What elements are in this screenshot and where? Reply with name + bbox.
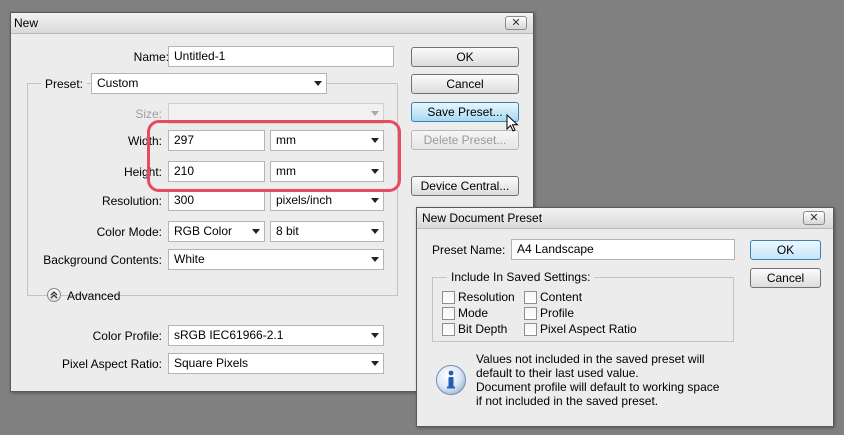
resolution-checkbox[interactable] — [442, 291, 455, 304]
include-settings-label: Include In Saved Settings: — [447, 270, 595, 284]
color-mode-select[interactable]: RGB Color — [168, 221, 265, 242]
ok-button[interactable]: OK — [411, 47, 519, 67]
preset-dialog-title: New Document Preset — [422, 211, 543, 225]
info-line-3: Document profile will default to working… — [476, 380, 720, 394]
chevron-down-icon — [371, 229, 379, 234]
mode-checkbox-label: Mode — [458, 306, 489, 320]
advanced-label: Advanced — [67, 289, 121, 303]
device-central-button[interactable]: Device Central... — [411, 176, 519, 196]
name-input[interactable]: Untitled-1 — [168, 46, 394, 67]
background-contents-label: Background Contents: — [43, 253, 162, 267]
preset-name-label: Preset Name: — [432, 243, 506, 257]
pixel-aspect-ratio-label: Pixel Aspect Ratio: — [61, 357, 162, 371]
background-contents-select[interactable]: White — [168, 249, 384, 270]
preset-dialog-titlebar[interactable]: New Document Preset ✕ — [417, 208, 833, 229]
preset-dialog-close-button[interactable]: ✕ — [803, 211, 825, 225]
pixel-aspect-ratio-checkbox[interactable] — [524, 323, 537, 336]
chevron-down-icon — [314, 81, 322, 86]
bit-depth-select[interactable]: 8 bit — [270, 221, 384, 242]
advanced-toggle-button[interactable] — [47, 288, 61, 302]
color-mode-label: Color Mode: — [96, 225, 162, 239]
bit-depth-value: 8 bit — [276, 224, 299, 238]
pixel-aspect-ratio-checkbox-label: Pixel Aspect Ratio — [540, 322, 637, 336]
content-checkbox[interactable] — [524, 291, 537, 304]
content-checkbox-label: Content — [540, 290, 583, 304]
pixel-aspect-ratio-select[interactable]: Square Pixels — [168, 353, 384, 374]
name-label: Name: — [133, 50, 169, 64]
info-message: Values not included in the saved preset … — [476, 352, 719, 408]
resolution-unit-select[interactable]: pixels/inch — [270, 190, 384, 211]
preset-value: Custom — [97, 76, 139, 90]
chevron-down-icon — [371, 257, 379, 262]
new-dialog-close-button[interactable]: ✕ — [505, 16, 527, 30]
resolution-label: Resolution: — [101, 194, 162, 208]
preset-ok-button[interactable]: OK — [750, 240, 821, 260]
bit-depth-checkbox[interactable] — [442, 323, 455, 336]
background-contents-value: White — [174, 252, 205, 266]
cancel-button[interactable]: Cancel — [411, 74, 519, 94]
info-line-4: if not included in the saved preset. — [476, 394, 659, 408]
mode-checkbox[interactable] — [442, 307, 455, 320]
info-line-2: default to their last used value. — [476, 366, 639, 380]
profile-checkbox-label: Profile — [540, 306, 575, 320]
mouse-cursor-icon — [506, 114, 519, 132]
size-label: Size: — [135, 107, 162, 121]
preset-select[interactable]: Custom — [91, 73, 327, 94]
new-document-preset-dialog: New Document Preset ✕ Preset Name: A4 La… — [416, 207, 834, 427]
resolution-input[interactable]: 300 — [168, 190, 265, 211]
save-preset-button[interactable]: Save Preset... — [411, 102, 519, 122]
info-icon — [436, 365, 466, 395]
preset-label: Preset: — [41, 77, 88, 91]
chevron-down-icon — [371, 333, 379, 338]
color-profile-select[interactable]: sRGB IEC61966-2.1 — [168, 325, 384, 346]
preset-name-input[interactable]: A4 Landscape — [511, 239, 735, 260]
bit-depth-checkbox-label: Bit Depth — [458, 322, 508, 336]
color-profile-value: sRGB IEC61966-2.1 — [174, 328, 284, 342]
highlight-annotation — [147, 120, 401, 192]
delete-preset-button: Delete Preset... — [411, 130, 519, 150]
pixel-aspect-ratio-value: Square Pixels — [174, 356, 249, 370]
new-dialog-titlebar[interactable]: New ✕ — [11, 13, 533, 34]
advanced-separator — [139, 295, 375, 296]
resolution-unit-value: pixels/inch — [276, 193, 333, 207]
resolution-checkbox-label: Resolution — [458, 290, 515, 304]
chevron-down-icon — [252, 229, 260, 234]
collapse-chevrons-icon — [50, 291, 58, 299]
profile-checkbox[interactable] — [524, 307, 537, 320]
color-profile-label: Color Profile: — [92, 329, 162, 343]
preset-cancel-button[interactable]: Cancel — [750, 268, 821, 288]
new-dialog-title: New — [14, 16, 39, 30]
color-mode-value: RGB Color — [174, 224, 233, 238]
chevron-down-icon — [371, 361, 379, 366]
info-line-1: Values not included in the saved preset … — [476, 352, 705, 366]
chevron-down-icon — [371, 198, 379, 203]
chevron-down-icon — [371, 111, 379, 116]
